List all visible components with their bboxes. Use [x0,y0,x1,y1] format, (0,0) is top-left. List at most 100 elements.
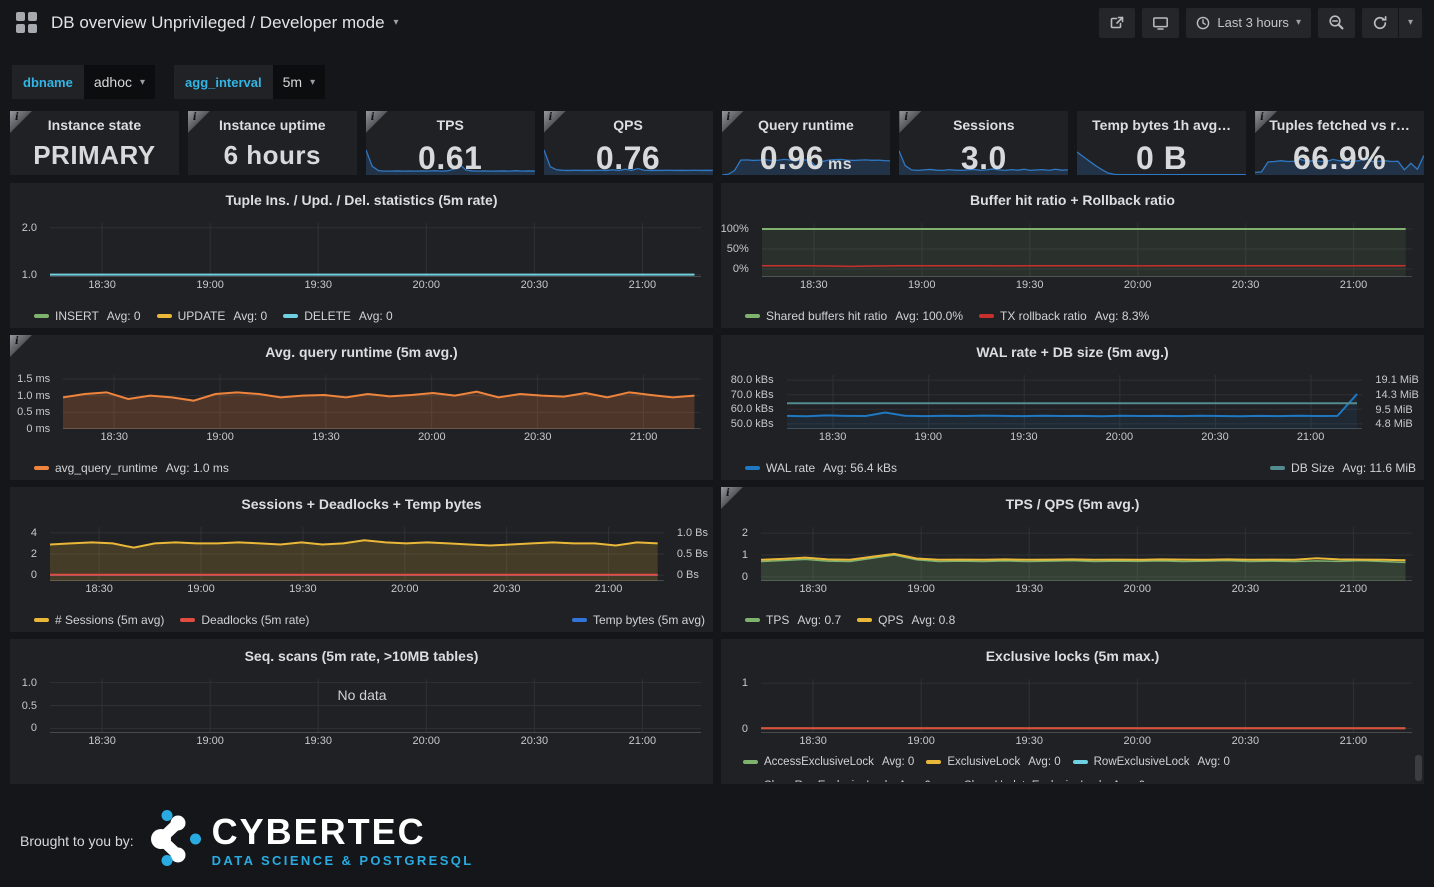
legend-series-name: TPS [766,613,789,627]
x-axis-label: 20:00 [391,583,419,595]
stat-panel-qps: iQPS0.76 [544,111,713,175]
legend-series-name: ExclusiveLock [947,756,1020,768]
chart-body: 80.0 kBs70.0 kBs60.0 kBs50.0 kBs19.1 MiB… [721,375,1424,429]
legend-scrollbar[interactable] [1415,755,1422,781]
legend-item-delete[interactable]: DELETEAvg: 0 [283,309,393,323]
stat-title[interactable]: Sessions [899,117,1068,133]
y-axis-label: 1.0 [22,677,37,689]
y-axis-label: 0.5 Bs [677,548,708,560]
legend-item-shareupdateexclusivelock[interactable]: ShareUpdateExclusiveLockAvg: 0 [943,780,1145,782]
legend-item-rowexclusivelock[interactable]: RowExclusiveLockAvg: 0 [1073,756,1230,768]
legend-item-exclusivelock[interactable]: ExclusiveLockAvg: 0 [926,756,1060,768]
legend-series-name: Temp bytes (5m avg) [593,613,705,627]
legend-item-accessexclusivelock[interactable]: AccessExclusiveLockAvg: 0 [743,756,914,768]
x-axis-label: 19:30 [1015,583,1043,595]
legend-swatch [745,618,760,622]
legend: Shared buffers hit ratioAvg: 100.0% TX ro… [745,309,1416,323]
panel-title[interactable]: Sessions + Deadlocks + Temp bytes [10,487,713,513]
chart-body: 10 [721,679,1424,733]
x-axis: 18:3019:0019:3020:0020:3021:00 [50,735,701,749]
legend-series-name: UPDATE [178,309,226,323]
legend-item-sessions-5m-avg[interactable]: # Sessions (5m avg) [34,613,164,627]
panel-tps-qps-5m-avg: iTPS / QPS (5m avg.)21018:3019:0019:3020… [721,487,1424,632]
plot-svg [761,527,1412,581]
legend-item-deadlocks-5m-rate[interactable]: Deadlocks (5m rate) [180,613,309,627]
y-axis-label: 100% [721,223,749,235]
legend-swatch [34,314,49,318]
panel-title[interactable]: TPS / QPS (5m avg.) [721,487,1424,513]
dashboard-title[interactable]: DB overview Unprivileged / Developer mod… [51,13,385,33]
plot-area [50,223,701,277]
dashboard-grid-icon[interactable] [16,12,37,33]
stat-title[interactable]: Query runtime [722,117,891,133]
legend-item-db-size[interactable]: DB SizeAvg: 11.6 MiB [1270,461,1416,475]
y-axis-left: 210 [721,527,755,581]
y-axis-label: 0 [742,723,748,735]
panel-title[interactable]: Seq. scans (5m rate, >10MB tables) [10,639,713,665]
zoom-out-button[interactable] [1318,8,1355,38]
legend-swatch [745,314,760,318]
legend-item-wal-rate[interactable]: WAL rateAvg: 56.4 kBs [745,461,897,475]
refresh-interval-dropdown[interactable]: ▾ [1398,8,1422,38]
legend-item-avg-query-runtime[interactable]: avg_query_runtimeAvg: 1.0 ms [34,461,229,475]
share-button[interactable] [1099,8,1135,38]
stat-title[interactable]: Tuples fetched vs r… [1255,117,1424,133]
legend-item-shared-buffers-hit-ratio[interactable]: Shared buffers hit ratioAvg: 100.0% [745,309,963,323]
panel-wal-rate-db-size-5m-avg: WAL rate + DB size (5m avg.) 80.0 kBs70.0… [721,335,1424,480]
panel-avg-query-runtime-5m-avg: iAvg. query runtime (5m avg.)1.5 ms1.0 m… [10,335,713,480]
legend-series-name: QPS [878,613,903,627]
stat-title[interactable]: TPS [366,117,535,133]
chart-body: 1.5 ms1.0 ms0.5 ms0 ms [10,375,713,429]
tv-cycle-button[interactable] [1142,8,1179,38]
y-axis-label: 0.5 ms [17,406,50,418]
refresh-button[interactable] [1362,8,1398,38]
variable-agg-interval-value[interactable]: 5m ▾ [273,65,325,99]
time-range-picker[interactable]: Last 3 hours ▾ [1186,8,1311,38]
legend-series-name: Deadlocks (5m rate) [201,613,309,627]
refresh-icon [1372,15,1388,31]
x-axis-label: 19:00 [907,583,935,595]
stat-title[interactable]: Instance state [10,117,179,133]
x-axis-label: 19:30 [312,431,340,443]
x-axis: 18:3019:0019:3020:0020:3021:00 [50,279,701,293]
panel-title[interactable]: Exclusive locks (5m max.) [721,639,1424,665]
legend-swatch [743,760,758,764]
x-axis-label: 20:00 [413,279,441,291]
x-axis-label: 19:00 [907,735,935,747]
panel-title[interactable]: WAL rate + DB size (5m avg.) [721,335,1424,361]
x-axis-label: 21:00 [630,431,658,443]
legend-item-tx-rollback-ratio[interactable]: TX rollback ratioAvg: 8.3% [979,309,1149,323]
stat-title[interactable]: Instance uptime [188,117,357,133]
legend-item-sharerowexclusivelock[interactable]: ShareRowExclusiveLockAvg: 0 [743,780,931,782]
y-axis-left: 10 [721,679,755,733]
legend-swatch [1073,760,1088,764]
legend-item-tps[interactable]: TPSAvg: 0.7 [745,613,841,627]
stat-value: 6 hours [188,142,357,168]
legend-series-name: RowExclusiveLock [1094,756,1190,768]
legend-avg-value: Avg: 0 [882,756,914,768]
x-axis-label: 18:30 [799,735,827,747]
stat-title[interactable]: Temp bytes 1h avg… [1077,117,1246,133]
legend-item-qps[interactable]: QPSAvg: 0.8 [857,613,955,627]
stats-row: iInstance statePRIMARYiInstance uptime6 … [0,111,1434,175]
legend-item-temp-bytes-5m-avg[interactable]: Temp bytes (5m avg) [572,613,705,627]
legend-swatch [979,314,994,318]
chevron-down-icon[interactable]: ▾ [394,17,399,28]
top-navbar: DB overview Unprivileged / Developer mod… [0,0,1434,45]
legend-item-update[interactable]: UPDATEAvg: 0 [157,309,268,323]
x-axis-label: 19:30 [304,279,332,291]
variable-dbname-value[interactable]: adhoc ▾ [84,65,155,99]
x-axis: 18:3019:0019:3020:0020:3021:00 [50,583,664,597]
x-axis-label: 20:30 [1201,431,1229,443]
stat-panel-instance-uptime: iInstance uptime6 hours [188,111,357,175]
panel-title[interactable]: Buffer hit ratio + Rollback ratio [721,183,1424,209]
y-axis-label: 0.5 [22,700,37,712]
panel-title[interactable]: Avg. query runtime (5m avg.) [10,335,713,361]
stat-title[interactable]: QPS [544,117,713,133]
x-axis-label: 21:00 [1340,735,1368,747]
chevron-down-icon: ▾ [1408,17,1413,28]
x-axis-label: 20:30 [524,431,552,443]
stat-value: 66.9% [1255,142,1424,174]
legend-item-insert[interactable]: INSERTAvg: 0 [34,309,141,323]
panel-title[interactable]: Tuple Ins. / Upd. / Del. statistics (5m … [10,183,713,209]
